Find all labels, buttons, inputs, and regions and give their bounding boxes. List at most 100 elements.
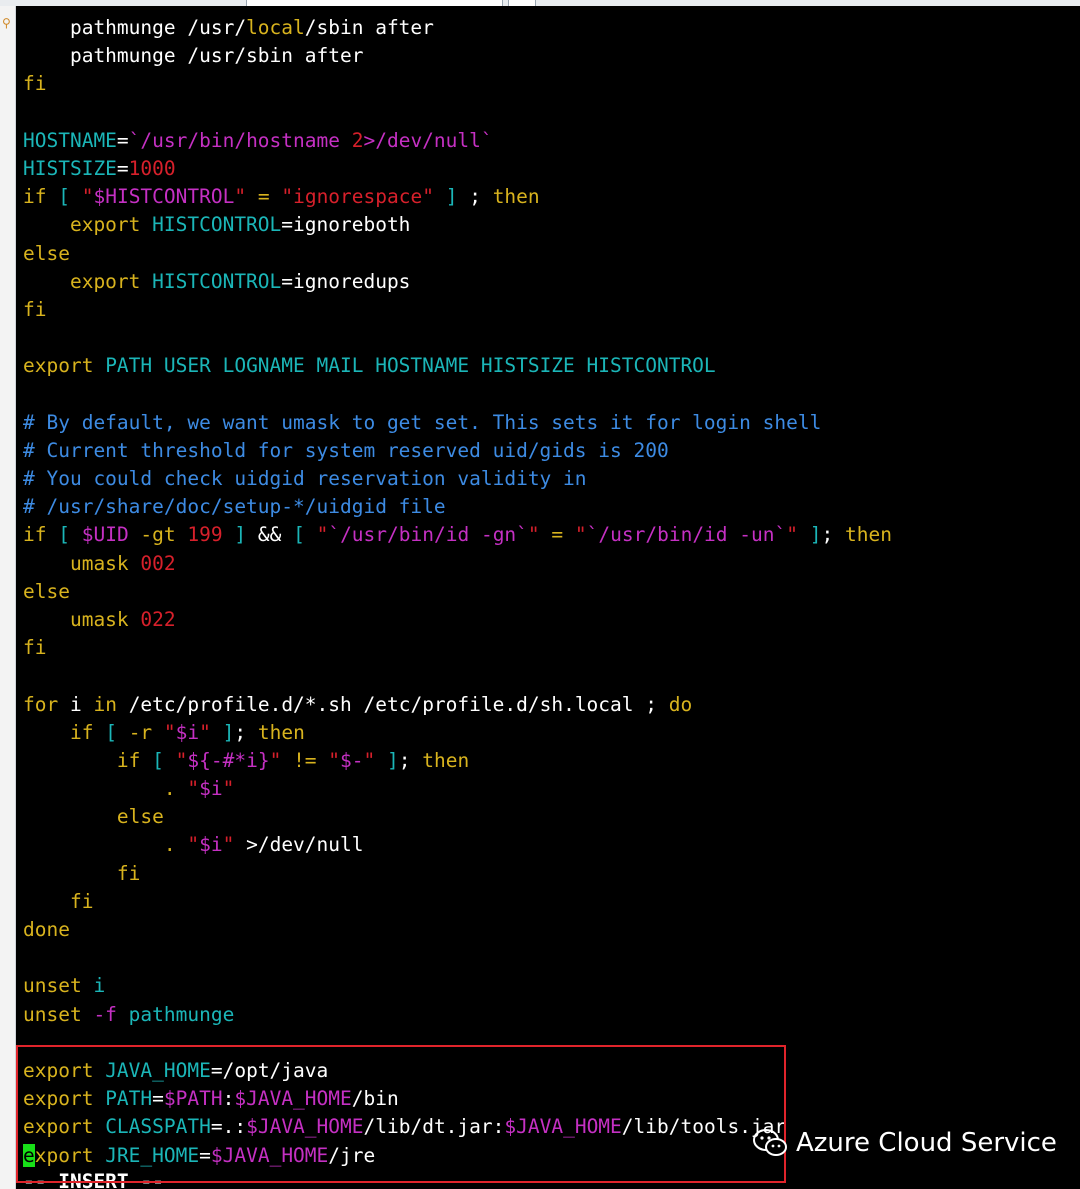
code-token: fi [23,889,94,913]
code-token: 002 [140,551,176,575]
code-token: 022 [140,607,176,631]
code-token: = [246,185,282,209]
code-line[interactable]: HOSTNAME=`/usr/bin/hostname 2>/dev/null` [23,127,892,155]
code-line[interactable]: unset -f pathmunge [23,1001,892,1029]
code-token: " [199,720,211,744]
code-token: " [163,720,176,744]
code-token: $JAVA_HOME [504,1115,622,1139]
code-line[interactable]: . "$i" >/dev/null [23,831,892,859]
code-token: $i [175,720,200,744]
code-line[interactable]: HISTSIZE=1000 [23,155,892,183]
code-token: # Current threshold for system reserved … [23,438,669,462]
code-token: ] [433,185,470,209]
code-line[interactable]: umask 002 [23,550,892,578]
code-token: -f [81,1002,129,1026]
code-token: i [81,974,106,998]
code-token: JRE_HOME [105,1143,200,1167]
code-line[interactable]: export JAVA_HOME=/opt/java [23,1057,892,1085]
code-token: " [574,523,587,547]
code-token: HISTSIZE [23,156,117,180]
code-token: ] [222,523,258,547]
code-line[interactable]: # You could check uidgid reservation val… [23,465,892,493]
code-area[interactable]: pathmunge /usr/local/sbin after pathmung… [23,14,892,1170]
code-line[interactable]: # Current threshold for system reserved … [23,437,892,465]
code-token: HISTCONTROL [152,213,282,237]
code-line[interactable]: pathmunge /usr/sbin after [23,42,892,70]
code-token: " [175,748,188,772]
code-token: /bin [351,1087,399,1111]
code-line[interactable]: else [23,578,892,606]
code-token: $UID [81,523,129,547]
code-line[interactable]: export PATH=$PATH:$JAVA_HOME/bin [23,1085,892,1113]
text-cursor: e [23,1143,35,1167]
code-token: export [23,354,106,378]
code-token: HOSTNAME [23,128,117,152]
code-line[interactable]: if [ "$HISTCONTROL" = "ignorespace" ] ; … [23,183,892,211]
code-token: = [539,523,575,547]
code-line[interactable]: umask 022 [23,606,892,634]
code-token: -r [128,720,164,744]
code-token: " [222,777,235,801]
code-token: >/dev/null` [363,128,493,152]
code-line[interactable] [23,324,892,352]
code-line[interactable]: else [23,240,892,268]
code-token: " [187,777,200,801]
code-token: " [187,833,200,857]
code-token: " [786,523,798,547]
code-line[interactable]: done [23,916,892,944]
code-line[interactable] [23,380,892,408]
code-line[interactable]: unset i [23,972,892,1000]
code-token: then [257,720,305,744]
code-token: [ [93,720,129,744]
code-token: 2 [351,128,364,152]
code-token: =ignoredups [281,269,411,293]
code-line[interactable]: export PATH USER LOGNAME MAIL HOSTNAME H… [23,352,892,380]
code-line[interactable]: # /usr/share/doc/setup-*/uidgid file [23,493,892,521]
code-token: " [527,523,540,547]
code-token: JAVA_HOME [105,1058,211,1082]
code-token: PATH [105,1087,153,1111]
code-line[interactable]: fi [23,296,892,324]
code-token: && [257,523,282,547]
code-token: " [269,748,282,772]
code-token: do [657,692,693,716]
code-token: =/opt/java [210,1058,329,1082]
code-token: . [23,833,188,857]
code-token: ${-#*i} [187,748,270,772]
code-token: then [422,748,470,772]
code-line[interactable]: fi [23,888,892,916]
code-token: # /usr/share/doc/setup-*/uidgid file [23,495,446,519]
code-line[interactable]: for i in /etc/profile.d/*.sh /etc/profil… [23,691,892,719]
code-token: xport [34,1143,106,1167]
code-token: $i [199,833,223,857]
code-token: `/usr/bin/id -gn` [328,523,528,547]
code-line[interactable]: fi [23,860,892,888]
code-line[interactable] [23,662,892,690]
code-token: `/usr/bin/id -un` [586,523,787,547]
code-token: =ignoreboth [281,213,411,237]
code-line[interactable]: if [ $UID -gt 199 ] && [ "`/usr/bin/id -… [23,521,892,549]
code-token: if [23,523,47,547]
code-token: 1000 [128,156,176,180]
code-line[interactable]: if [ -r "$i" ]; then [23,719,892,747]
code-line[interactable]: # By default, we want umask to get set. … [23,409,892,437]
code-line[interactable]: fi [23,70,892,98]
code-line[interactable]: export HISTCONTROL=ignoredups [23,268,892,296]
code-token: $HISTCONTROL [93,185,235,209]
code-line[interactable]: if [ "${-#*i}" != "$-" ]; then [23,747,892,775]
code-line[interactable]: . "$i" [23,775,892,803]
code-token: " [234,185,247,209]
code-token: -gt [128,523,188,547]
code-line[interactable]: pathmunge /usr/local/sbin after [23,14,892,42]
code-token: export [23,1115,106,1139]
code-line[interactable] [23,99,892,127]
code-token: pathmunge /usr/ [23,16,247,39]
terminal-editor[interactable]: pathmunge /usr/local/sbin after pathmung… [16,6,1080,1189]
code-line[interactable]: export HISTCONTROL=ignoreboth [23,211,892,239]
code-line[interactable] [23,1029,892,1057]
code-line[interactable]: fi [23,634,892,662]
code-line[interactable]: else [23,803,892,831]
code-line[interactable] [23,944,892,972]
code-token: umask [23,551,141,575]
code-token: `/usr/bin/hostname [128,128,352,152]
